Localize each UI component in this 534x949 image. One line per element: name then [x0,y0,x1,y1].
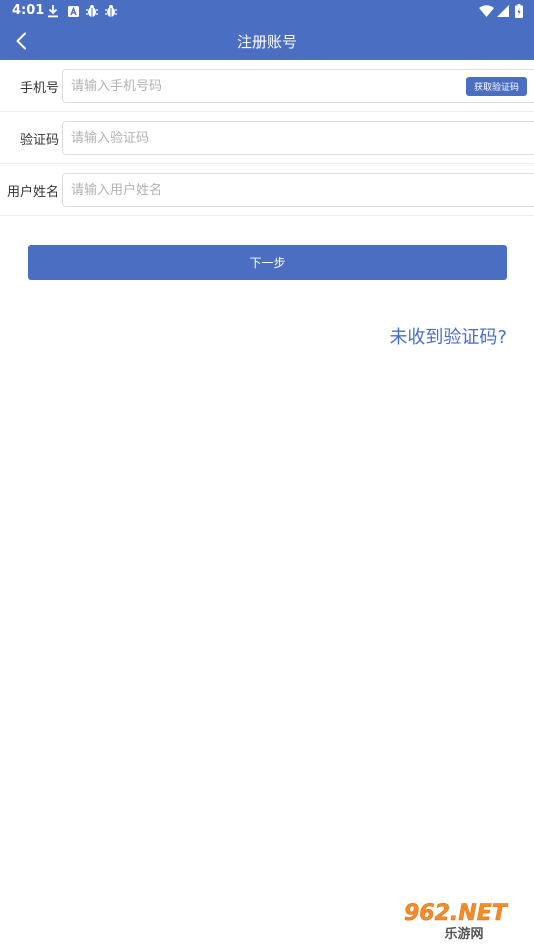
username-row: 用户姓名 [0,164,534,216]
username-label: 用户姓名 [6,185,59,200]
watermark-top-text: 962.NET [404,901,509,926]
code-label: 验证码 [19,133,59,148]
top-app-bar: 4:01 注册账号 [0,0,534,60]
signal-icon [496,3,509,19]
status-bar: 4:01 [0,0,534,22]
watermark-logo: 962.NET 乐游网 [396,895,528,942]
next-step-button[interactable]: 下一步 [28,245,507,280]
battery-icon [514,3,523,19]
code-input[interactable] [62,121,534,155]
bug-icon [103,3,119,19]
no-code-received-link[interactable]: 未收到验证码? [389,323,507,349]
download-icon [47,3,59,19]
phone-label: 手机号 [19,81,59,96]
back-button[interactable] [6,26,36,56]
phone-row: 手机号 获取验证码 [0,60,534,112]
status-time: 4:01 [12,3,45,18]
username-input[interactable] [62,173,534,207]
chevron-left-icon [16,32,26,50]
bug-icon [84,3,100,19]
page-title: 注册账号 [236,33,297,51]
wifi-icon [478,3,494,19]
phone-input[interactable] [62,69,534,103]
navigation-bar: 注册账号 [0,22,534,60]
get-code-button[interactable]: 获取验证码 [466,77,527,96]
code-row: 验证码 [0,112,534,164]
watermark-bottom-text: 乐游网 [444,926,483,942]
a-icon [67,3,79,19]
